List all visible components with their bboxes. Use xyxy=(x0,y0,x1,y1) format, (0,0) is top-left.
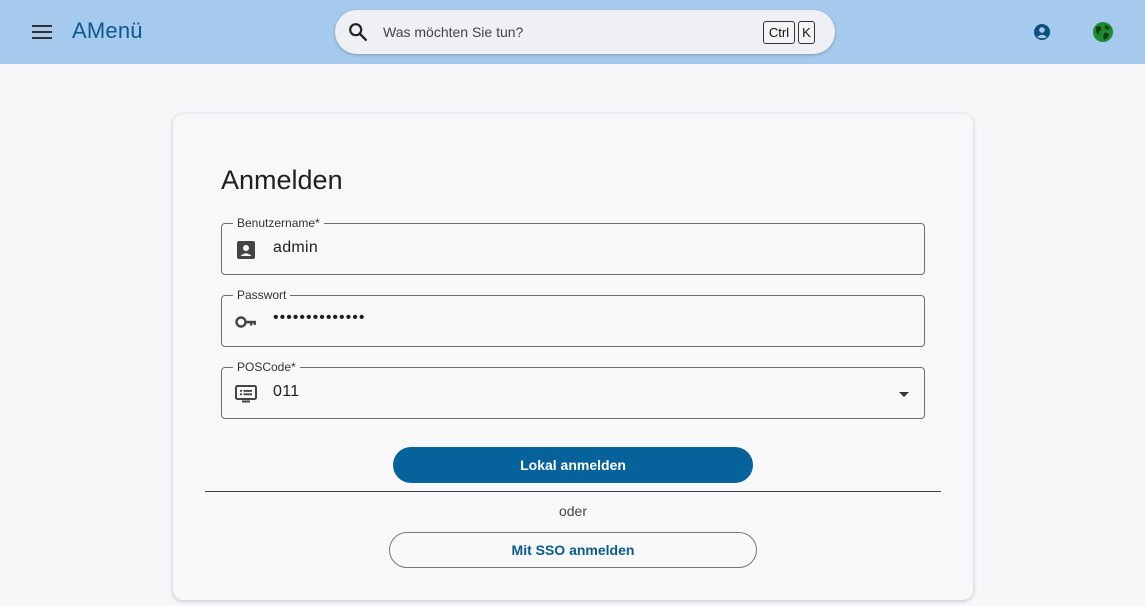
divider xyxy=(205,491,941,492)
page-title: Anmelden xyxy=(221,165,343,195)
search-icon xyxy=(349,23,367,41)
account-circle-icon xyxy=(1034,24,1050,40)
terminal-icon xyxy=(235,385,257,403)
search-input[interactable] xyxy=(383,20,743,44)
password-value[interactable]: •••••••••••••• xyxy=(273,309,365,327)
key-icon xyxy=(235,316,256,328)
chevron-down-icon[interactable] xyxy=(896,386,912,402)
menu-icon xyxy=(32,25,52,39)
poscode-select[interactable]: POSCode* 011 xyxy=(221,360,925,419)
username-label: Benutzername* xyxy=(233,216,324,230)
password-field[interactable]: Passwort •••••••••••••• xyxy=(221,288,925,347)
shortcut-k-key: K xyxy=(798,21,815,44)
separator-text: oder xyxy=(558,503,588,519)
app-title[interactable]: AMenü xyxy=(72,18,143,44)
sso-login-button[interactable]: Mit SSO anmelden xyxy=(389,532,757,568)
language-button[interactable] xyxy=(1090,19,1116,45)
search-bar[interactable]: Ctrl K xyxy=(335,10,835,54)
top-app-bar: AMenü Ctrl K xyxy=(0,0,1145,64)
username-field[interactable]: Benutzername* admin xyxy=(221,216,925,275)
local-login-button[interactable]: Lokal anmelden xyxy=(393,447,753,483)
account-button[interactable] xyxy=(1030,20,1054,44)
shortcut-ctrl-key: Ctrl xyxy=(763,21,795,44)
menu-button[interactable] xyxy=(26,16,58,48)
poscode-value: 011 xyxy=(273,383,300,400)
username-value[interactable]: admin xyxy=(273,239,318,257)
login-card: Anmelden Benutzername* admin Passwort ••… xyxy=(173,114,973,600)
password-label: Passwort xyxy=(233,288,291,302)
poscode-label: POSCode* xyxy=(233,360,300,374)
contact-card-icon xyxy=(237,241,255,259)
globe-icon xyxy=(1093,22,1113,42)
